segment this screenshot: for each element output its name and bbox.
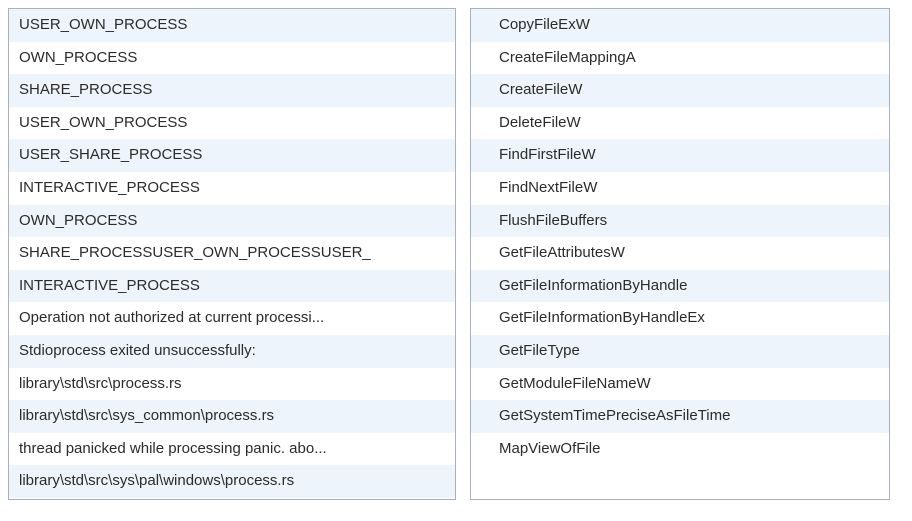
- list-item[interactable]: FlushFileBuffers: [471, 205, 889, 238]
- list-item[interactable]: SHARE_PROCESS: [9, 74, 455, 107]
- list-item[interactable]: GetFileType: [471, 335, 889, 368]
- list-item[interactable]: SHARE_PROCESSUSER_OWN_PROCESSUSER_: [9, 237, 455, 270]
- list-item[interactable]: thread panicked while processing panic. …: [9, 433, 455, 466]
- list-item[interactable]: FindFirstFileW: [471, 139, 889, 172]
- list-item[interactable]: OWN_PROCESS: [9, 42, 455, 75]
- list-item[interactable]: FindNextFileW: [471, 172, 889, 205]
- list-item[interactable]: USER_OWN_PROCESS: [9, 9, 455, 42]
- list-item[interactable]: library\std\src\process.rs: [9, 368, 455, 401]
- list-item[interactable]: USER_OWN_PROCESS: [9, 107, 455, 140]
- list-item[interactable]: GetFileInformationByHandle: [471, 270, 889, 303]
- list-item[interactable]: library\std\src\sys\pal\windows\process.…: [9, 465, 455, 498]
- list-item[interactable]: DeleteFileW: [471, 107, 889, 140]
- list-item[interactable]: Operation not authorized at current proc…: [9, 302, 455, 335]
- list-item[interactable]: INTERACTIVE_PROCESS: [9, 270, 455, 303]
- list-item[interactable]: GetModuleFileNameW: [471, 368, 889, 401]
- strings-list-left[interactable]: USER_OWN_PROCESS OWN_PROCESS SHARE_PROCE…: [8, 8, 456, 500]
- list-item[interactable]: CreateFileW: [471, 74, 889, 107]
- list-item[interactable]: MapViewOfFile: [471, 433, 889, 466]
- imports-list-right[interactable]: CopyFileExW CreateFileMappingA CreateFil…: [470, 8, 890, 500]
- list-item[interactable]: CopyFileExW: [471, 9, 889, 42]
- list-item[interactable]: CreateFileMappingA: [471, 42, 889, 75]
- list-item[interactable]: USER_SHARE_PROCESS: [9, 139, 455, 172]
- root: USER_OWN_PROCESS OWN_PROCESS SHARE_PROCE…: [0, 0, 912, 521]
- list-item[interactable]: library\std\src\sys_common\process.rs: [9, 400, 455, 433]
- list-item[interactable]: GetSystemTimePreciseAsFileTime: [471, 400, 889, 433]
- list-item[interactable]: OWN_PROCESS: [9, 205, 455, 238]
- list-item[interactable]: GetFileInformationByHandleEx: [471, 302, 889, 335]
- list-item[interactable]: GetFileAttributesW: [471, 237, 889, 270]
- list-item[interactable]: Stdioprocess exited unsuccessfully:: [9, 335, 455, 368]
- list-item[interactable]: INTERACTIVE_PROCESS: [9, 172, 455, 205]
